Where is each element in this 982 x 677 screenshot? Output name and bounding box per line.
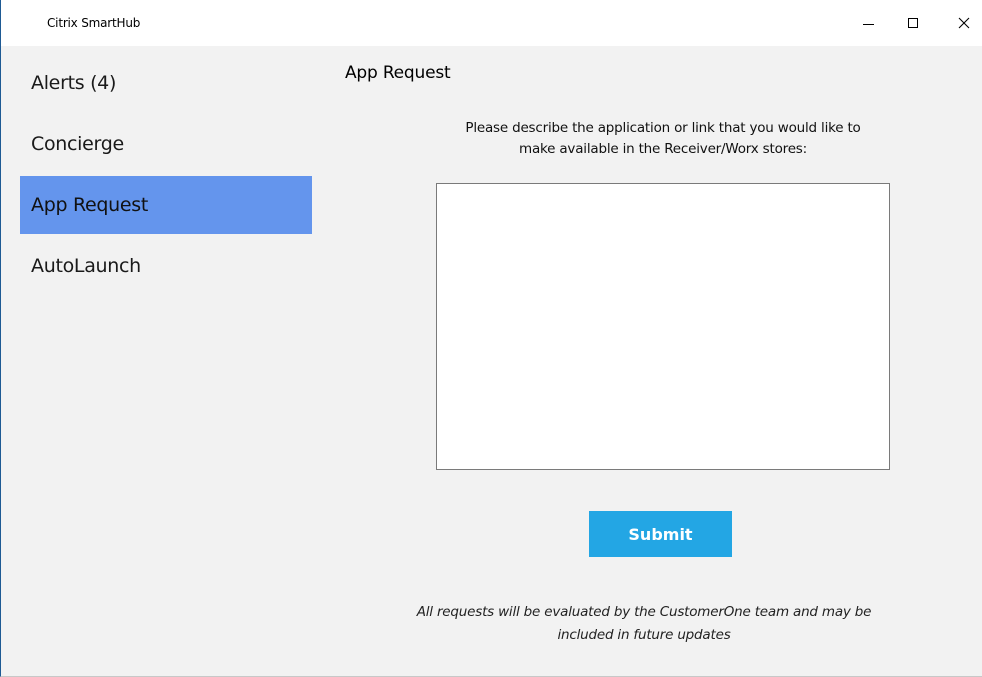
sidebar-item-label: Concierge (31, 133, 124, 155)
sidebar-item-label: App Request (31, 194, 149, 216)
sidebar-item-app-request[interactable]: App Request (20, 176, 312, 234)
close-button[interactable] (941, 0, 982, 46)
window-title: Citrix SmartHub (47, 16, 141, 30)
sidebar-item-label: AutoLaunch (31, 255, 141, 277)
app-request-input[interactable] (436, 183, 890, 470)
minimize-button[interactable] (845, 0, 891, 46)
minimize-icon (862, 23, 874, 25)
footer-note: All requests will be evaluated by the Cu… (379, 601, 909, 647)
sidebar-item-label: Alerts (4) (31, 72, 117, 94)
sidebar-item-concierge[interactable]: Concierge (20, 115, 312, 173)
sidebar-item-alerts[interactable]: Alerts (4) (20, 54, 312, 112)
footer-line: All requests will be evaluated by the Cu… (416, 604, 872, 620)
maximize-button[interactable] (890, 0, 936, 46)
maximize-icon (908, 18, 918, 28)
submit-button[interactable]: Submit (589, 511, 732, 557)
description-line: Please describe the application or link … (465, 120, 861, 136)
request-description: Please describe the application or link … (419, 118, 907, 160)
sidebar-item-autolaunch[interactable]: AutoLaunch (20, 237, 312, 295)
description-line: make available in the Receiver/Worx stor… (519, 141, 807, 157)
sidebar-nav: Alerts (4) Concierge App Request AutoLau… (20, 54, 312, 298)
footer-line: included in future updates (557, 627, 731, 643)
page-title: App Request (345, 63, 451, 83)
close-icon (958, 17, 970, 29)
title-bar: Citrix SmartHub (1, 0, 982, 46)
app-window: Citrix SmartHub Alerts (4) Concierge App… (0, 0, 982, 677)
